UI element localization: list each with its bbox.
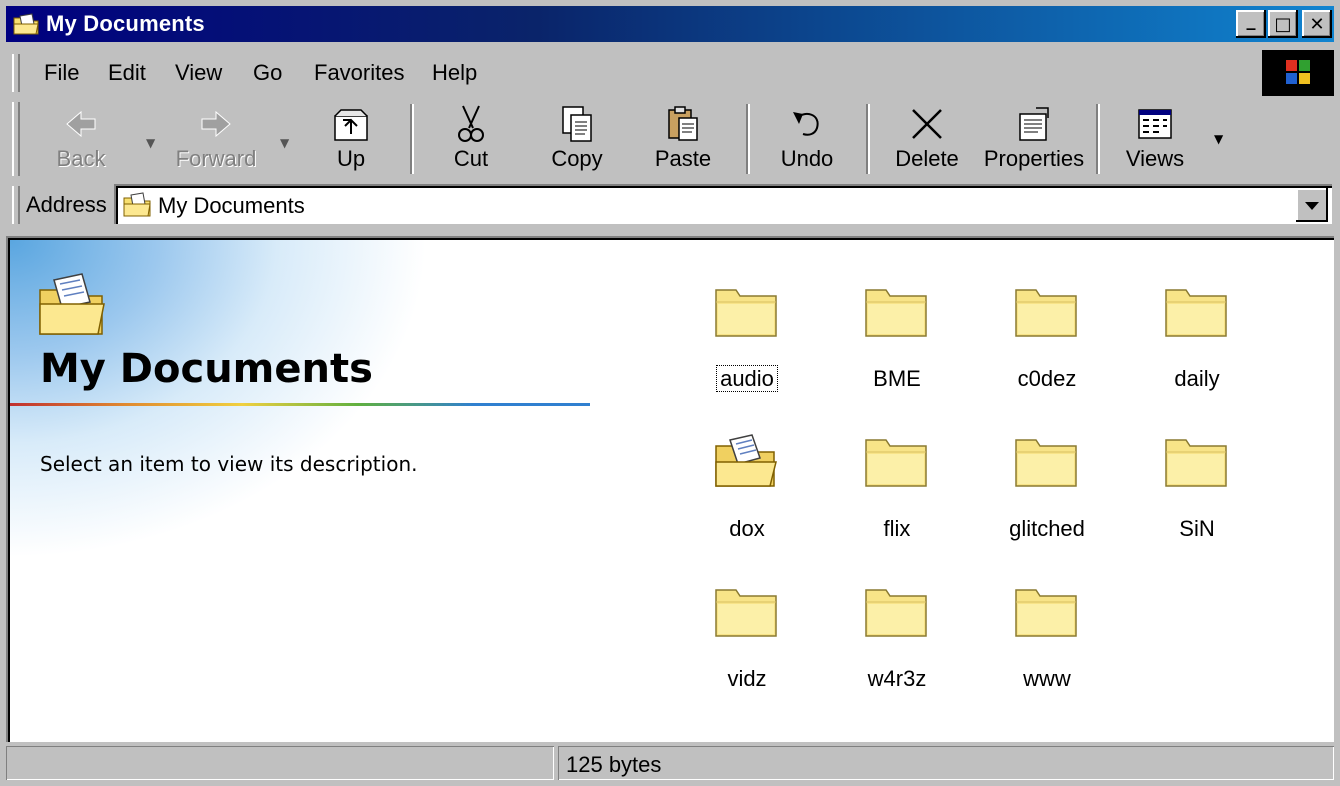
my-documents-folder-icon <box>123 192 151 217</box>
forward-dropdown-icon[interactable]: ▼ <box>280 136 289 150</box>
minimize-button[interactable]: _ <box>1236 10 1266 38</box>
maximize-button[interactable]: □ <box>1268 10 1298 38</box>
menu-grip[interactable] <box>12 54 20 92</box>
toolbar-separator <box>410 104 414 174</box>
address-bar: Address My Documents <box>6 182 1334 230</box>
folder-item[interactable]: SiN <box>1122 434 1272 564</box>
menu-edit[interactable]: Edit <box>108 60 146 86</box>
folder-name: SiN <box>1179 516 1215 541</box>
status-panel-right: 125 bytes <box>558 746 1334 780</box>
window-title: My Documents <box>46 11 205 36</box>
folder-name: BME <box>873 366 921 391</box>
chevron-down-icon <box>1305 202 1319 210</box>
folder-name: flix <box>883 516 911 541</box>
address-value: My Documents <box>158 193 305 218</box>
folder-icon <box>1015 589 1077 637</box>
views-dropdown-icon[interactable]: ▼ <box>1214 132 1223 146</box>
menu-bar: File Edit View Go Favorites Help <box>6 50 1256 96</box>
properties-button[interactable]: Properties <box>978 100 1090 178</box>
folder-icon <box>865 439 927 487</box>
title-bar[interactable]: My Documents _ □ ✕ <box>6 6 1334 42</box>
pane-description: Select an item to view its description. <box>40 452 418 476</box>
toolbar-separator <box>1096 104 1100 174</box>
menu-view[interactable]: View <box>175 60 222 86</box>
back-dropdown-icon[interactable]: ▼ <box>146 136 155 150</box>
folder-icon <box>1015 439 1077 487</box>
folder-item[interactable]: glitched <box>972 434 1122 564</box>
up-folder-icon <box>334 109 368 141</box>
menu-favorites[interactable]: Favorites <box>314 60 404 86</box>
windows-logo-icon <box>1262 50 1334 96</box>
folder-item[interactable]: vidz <box>672 584 822 714</box>
folder-icon <box>865 289 927 337</box>
folder-name: w4r3z <box>867 666 927 691</box>
menu-go[interactable]: Go <box>253 60 282 86</box>
views-button[interactable]: Views <box>1110 100 1200 178</box>
back-arrow-icon <box>66 110 96 138</box>
folder-icon <box>1165 439 1227 487</box>
folder-name: audio <box>672 365 822 392</box>
undo-button[interactable]: Undo <box>762 100 852 178</box>
forward-button[interactable]: Forward <box>166 100 266 178</box>
paste-button[interactable]: Paste <box>638 100 728 178</box>
standard-toolbar: Back ▼ Forward ▼ Up Cut Copy Paste Undo … <box>6 100 1334 178</box>
address-label: Address <box>26 192 107 217</box>
folder-icon <box>1015 289 1077 337</box>
forward-arrow-icon <box>201 110 231 138</box>
up-button[interactable]: Up <box>306 100 396 178</box>
folder-item[interactable]: w4r3z <box>822 584 972 714</box>
delete-x-icon <box>912 109 942 139</box>
copy-pages-icon <box>562 106 592 142</box>
status-bar: 125 bytes <box>6 746 1334 782</box>
pane-divider <box>10 403 590 406</box>
documents-folder-icon <box>715 434 777 487</box>
folder-icon <box>715 589 777 637</box>
folder-name: daily <box>1174 366 1220 391</box>
folder-item[interactable]: dox <box>672 434 822 564</box>
delete-button[interactable]: Delete <box>882 100 972 178</box>
toolbar-separator <box>746 104 750 174</box>
toolbar-separator <box>866 104 870 174</box>
cut-button[interactable]: Cut <box>426 100 516 178</box>
folder-view: My Documents Select an item to view its … <box>6 236 1334 742</box>
status-size: 125 bytes <box>566 752 662 777</box>
copy-button[interactable]: Copy <box>532 100 622 178</box>
views-icon <box>1138 109 1172 139</box>
folder-name: c0dez <box>1017 366 1077 391</box>
status-panel-left <box>6 746 554 780</box>
undo-arrow-icon <box>793 112 819 136</box>
properties-icon <box>1019 107 1049 141</box>
back-button[interactable]: Back <box>36 100 126 178</box>
address-grip[interactable] <box>12 186 20 224</box>
folder-name: vidz <box>727 666 767 691</box>
pane-title: My Documents <box>40 346 373 392</box>
address-input[interactable]: My Documents <box>114 184 1332 224</box>
my-documents-large-icon <box>39 273 105 335</box>
folder-icon <box>865 589 927 637</box>
folder-icon <box>715 289 777 337</box>
menu-file[interactable]: File <box>44 60 79 86</box>
folder-item[interactable]: daily <box>1122 284 1272 414</box>
toolbar-grip[interactable] <box>12 102 20 176</box>
folder-item[interactable]: BME <box>822 284 972 414</box>
address-dropdown-button[interactable] <box>1296 188 1328 222</box>
explorer-window: My Documents _ □ ✕ File Edit View Go Fav… <box>0 0 1340 786</box>
clipboard-icon <box>668 106 698 141</box>
folder-name: www <box>1023 666 1071 691</box>
folder-item[interactable]: flix <box>822 434 972 564</box>
scissors-icon <box>458 105 484 142</box>
folder-icon <box>1165 289 1227 337</box>
folder-name: glitched <box>1009 516 1085 541</box>
folder-name: dox <box>729 516 765 541</box>
menu-help[interactable]: Help <box>432 60 477 86</box>
folder-item[interactable]: audio <box>672 284 822 414</box>
close-button[interactable]: ✕ <box>1302 10 1332 38</box>
my-documents-folder-icon <box>13 13 39 35</box>
folder-item[interactable]: www <box>972 584 1122 714</box>
folder-item[interactable]: c0dez <box>972 284 1122 414</box>
